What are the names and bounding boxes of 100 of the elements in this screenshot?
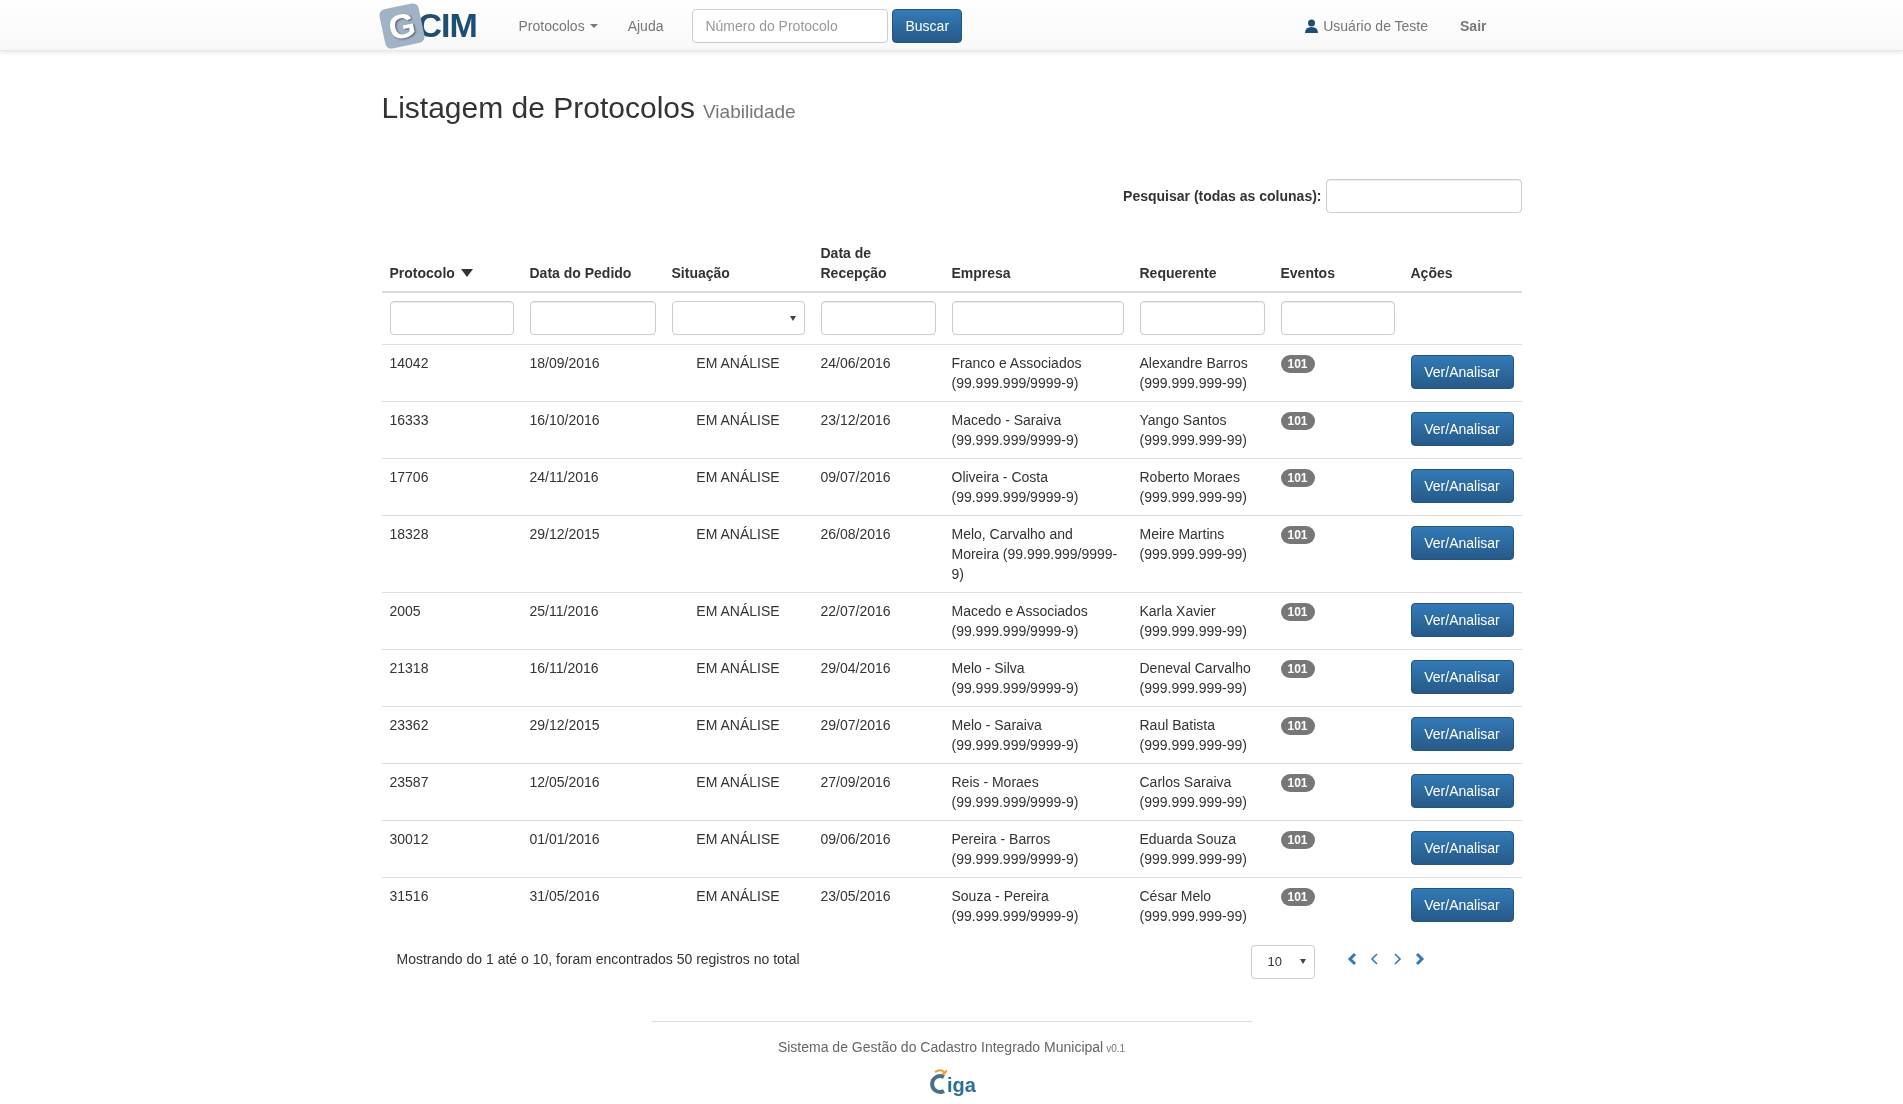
table-cell: 17706 — [389, 468, 429, 485]
table-cell: 21318 — [389, 659, 429, 676]
column-header[interactable]: Data do Pedido — [529, 263, 632, 283]
table-cell: Reis - Moraes (99.999.999/9999-9) — [951, 773, 1079, 810]
events-count: 101 — [1280, 716, 1315, 735]
view-analyze-button[interactable]: Ver/Analisar — [1410, 830, 1514, 865]
table-cell: César Melo (999.999.999-99) — [1139, 887, 1247, 924]
column-header[interactable]: Data de Recepção — [820, 243, 931, 283]
table-cell: EM ANÁLISE — [696, 716, 780, 733]
page-title: Listagem de Protocolos — [381, 91, 695, 125]
table-cell: 23587 — [389, 773, 429, 790]
table-cell: EM ANÁLISE — [696, 659, 780, 676]
events-count: 101 — [1280, 354, 1315, 373]
caret-icon — [789, 315, 796, 321]
table-cell: Souza - Pereira (99.999.999/9999-9) — [951, 887, 1079, 924]
events-count: 101 — [1280, 525, 1315, 544]
table-cell: 09/07/2016 — [820, 468, 891, 485]
table-cell: EM ANÁLISE — [696, 773, 780, 790]
table-info: Mostrando do 1 até o 10, foram encontrados 50 registros no total — [396, 950, 800, 967]
view-analyze-button[interactable]: Ver/Analisar — [1410, 354, 1514, 389]
protocol-search-field[interactable]: Número do Protocolo — [692, 8, 889, 43]
table-cell: Macedo e Associados (99.999.999/9999-9) — [951, 602, 1088, 639]
table-cell: 30012 — [389, 830, 429, 847]
table-cell: Oliveira - Costa (99.999.999/9999-9) — [951, 468, 1079, 505]
table-cell: 29/12/2015 — [529, 525, 600, 542]
table-cell: 29/12/2015 — [529, 716, 600, 733]
table-cell: Raul Batista (999.999.999-99) — [1139, 716, 1247, 753]
table-cell: 23362 — [389, 716, 429, 733]
column-header[interactable]: Empresa — [951, 263, 1011, 283]
table-cell: Franco e Associados (99.999.999/9999-9) — [951, 354, 1082, 391]
view-analyze-button[interactable]: Ver/Analisar — [1410, 659, 1514, 694]
table-cell: Eduarda Souza (999.999.999-99) — [1139, 830, 1247, 867]
user-name: Usuário de Teste — [1323, 17, 1429, 34]
table-cell: Carlos Saraiva (999.999.999-99) — [1139, 773, 1247, 810]
footer-logo: iga — [927, 1062, 976, 1095]
table-cell: Melo - Saraiva (99.999.999/9999-9) — [951, 716, 1079, 753]
page-subtitle: Viabilidade — [703, 101, 796, 123]
view-analyze-button[interactable]: Ver/Analisar — [1410, 887, 1514, 922]
table-cell: 16/11/2016 — [529, 659, 599, 676]
table-cell: 16/10/2016 — [529, 411, 600, 428]
table-cell: Roberto Moraes (999.999.999-99) — [1139, 468, 1247, 505]
table-cell: 25/11/2016 — [529, 602, 599, 619]
table-cell: 23/12/2016 — [820, 411, 891, 428]
user-icon — [1305, 18, 1319, 33]
filter-field[interactable] — [951, 301, 1124, 336]
view-analyze-button[interactable]: Ver/Analisar — [1410, 716, 1514, 751]
footer-text: Sistema de Gestão do Cadastro Integrado Municipal v0.1 — [777, 1038, 1126, 1055]
view-analyze-button[interactable]: Ver/Analisar — [1410, 525, 1514, 560]
filter-field[interactable] — [820, 301, 936, 336]
filter-field[interactable] — [1139, 301, 1265, 336]
table-cell: Karla Xavier (999.999.999-99) — [1139, 602, 1247, 639]
table-cell: 29/07/2016 — [820, 716, 891, 733]
menu-dropdown[interactable]: Protocolos — [503, 17, 613, 34]
menu-link[interactable]: Ajuda — [612, 17, 679, 34]
table-cell: Macedo - Saraiva (99.999.999/9999-9) — [951, 411, 1079, 448]
table-cell: EM ANÁLISE — [696, 354, 780, 371]
search-label: Pesquisar (todas as colunas): — [1123, 188, 1322, 204]
table-cell: Alexandre Barros (999.999.999-99) — [1139, 354, 1248, 391]
events-count: 101 — [1280, 411, 1315, 430]
caret-icon — [1299, 959, 1306, 964]
view-analyze-button[interactable]: Ver/Analisar — [1410, 773, 1514, 808]
user-link[interactable]: Usuário de Teste — [1290, 17, 1444, 34]
table-cell: EM ANÁLISE — [696, 887, 780, 904]
view-analyze-button[interactable]: Ver/Analisar — [1410, 411, 1514, 446]
events-count: 101 — [1280, 602, 1315, 621]
column-header[interactable]: Protocolo — [389, 263, 473, 283]
column-header[interactable]: Situação — [671, 263, 730, 283]
table-cell: Yango Santos (999.999.999-99) — [1139, 411, 1247, 448]
filter-field[interactable] — [1280, 301, 1395, 336]
table-cell: EM ANÁLISE — [696, 411, 780, 428]
view-analyze-button[interactable]: Ver/Analisar — [1410, 468, 1514, 503]
table-cell: 29/04/2016 — [820, 659, 891, 676]
search-all-field[interactable] — [1325, 179, 1522, 213]
table-cell: 18328 — [389, 525, 429, 542]
column-header[interactable]: Eventos — [1280, 263, 1335, 283]
table-cell: 23/05/2016 — [820, 887, 891, 904]
filter-field[interactable] — [389, 301, 514, 336]
table-cell: EM ANÁLISE — [696, 830, 780, 847]
view-analyze-button[interactable]: Ver/Analisar — [1410, 602, 1514, 637]
search-button[interactable]: Buscar — [892, 8, 963, 43]
column-header[interactable]: Requerente — [1139, 263, 1217, 283]
table-cell: 22/07/2016 — [820, 602, 891, 619]
table-cell: Melo - Silva (99.999.999/9999-9) — [951, 659, 1079, 696]
table-cell: 01/01/2016 — [529, 830, 600, 847]
table-cell: 31516 — [389, 887, 429, 904]
table-cell: 27/09/2016 — [820, 773, 891, 790]
filter-field[interactable] — [529, 301, 656, 336]
table-cell: EM ANÁLISE — [696, 602, 780, 619]
sort-caret-icon — [460, 269, 473, 277]
table-cell: 18/09/2016 — [529, 354, 600, 371]
table-cell: 2005 — [389, 602, 421, 619]
table-cell: Deneval Carvalho (999.999.999-99) — [1139, 659, 1251, 696]
filter-select[interactable] — [671, 301, 805, 336]
column-header[interactable]: Ações — [1410, 263, 1453, 283]
logout-link[interactable]: Sair — [1443, 17, 1502, 34]
events-count: 101 — [1280, 468, 1315, 487]
events-count: 101 — [1280, 773, 1315, 792]
page-size-select[interactable]: 10 — [1250, 944, 1315, 979]
table-cell: 14042 — [389, 354, 429, 371]
table-cell: 31/05/2016 — [529, 887, 600, 904]
